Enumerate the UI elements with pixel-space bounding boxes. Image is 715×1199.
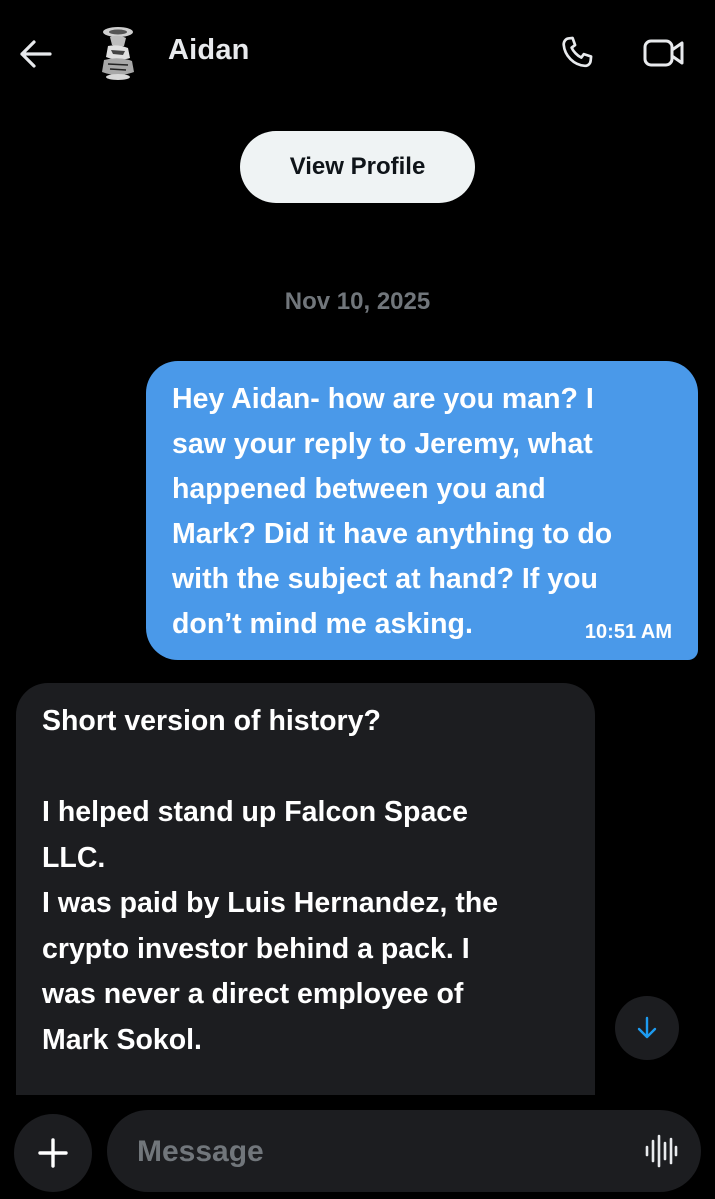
view-profile-button[interactable]: View Profile xyxy=(240,131,475,203)
voice-message-button[interactable] xyxy=(641,1131,681,1171)
voice-waveform-icon xyxy=(645,1134,678,1168)
back-button[interactable] xyxy=(14,32,58,76)
arrow-down-icon xyxy=(637,1016,657,1039)
received-message-bubble[interactable]: Short version of history? I helped stand… xyxy=(16,683,595,1113)
plus-icon xyxy=(38,1138,68,1168)
voice-call-button[interactable] xyxy=(554,30,600,76)
message-text: Hey Aidan- how are you man? I saw your r… xyxy=(172,383,613,640)
conversation-date: Nov 10, 2025 xyxy=(284,288,431,315)
video-camera-icon xyxy=(643,39,684,67)
message-text: Short version of history? I helped stand… xyxy=(42,705,499,1056)
contact-name[interactable]: Aidan xyxy=(168,34,250,67)
sent-message-bubble[interactable]: Hey Aidan- how are you man? I saw your r… xyxy=(146,361,698,660)
add-attachment-button[interactable] xyxy=(14,1114,92,1192)
video-call-button[interactable] xyxy=(640,30,688,76)
arrow-left-icon xyxy=(20,40,52,68)
message-timestamp: 10:51 AM xyxy=(584,621,672,643)
message-input-container xyxy=(107,1110,701,1194)
avatar-image xyxy=(96,24,140,80)
message-input[interactable] xyxy=(135,1110,609,1194)
avatar[interactable] xyxy=(96,24,140,80)
phone-icon xyxy=(562,36,593,68)
scroll-to-bottom-button[interactable] xyxy=(615,996,679,1060)
conversation-header: Aidan xyxy=(0,0,715,108)
